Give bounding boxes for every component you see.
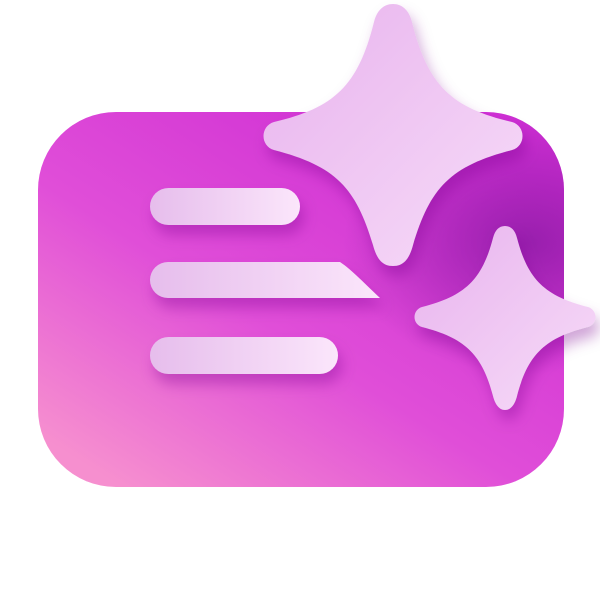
text-line-1 [150, 188, 300, 225]
ai-sparkle-notes-icon [0, 0, 600, 600]
text-line-3 [150, 337, 338, 374]
text-line-2 [150, 262, 380, 298]
